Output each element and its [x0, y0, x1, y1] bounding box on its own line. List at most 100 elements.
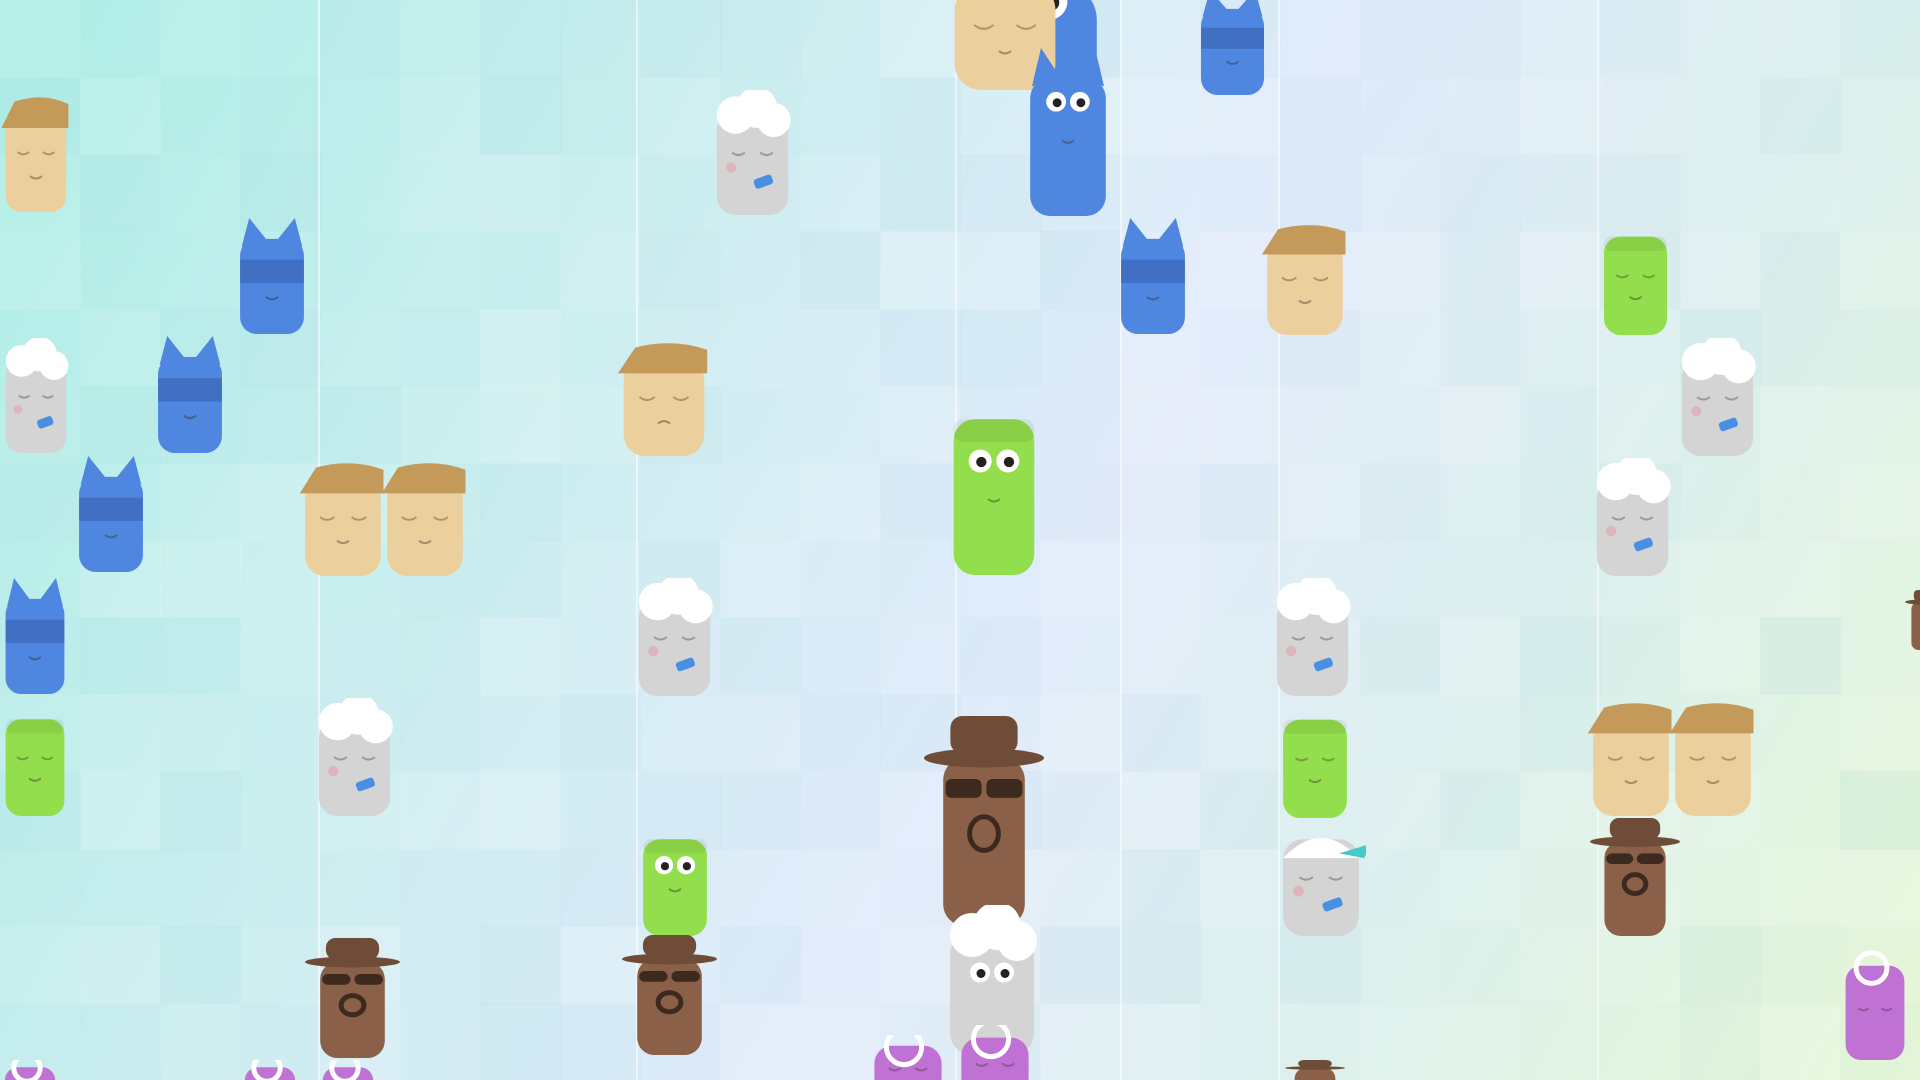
bg-tile — [1040, 694, 1121, 773]
lane-divider — [1120, 0, 1122, 1080]
blue-cat-character[interactable] — [152, 336, 228, 453]
bg-tile — [160, 231, 241, 309]
purple-goggles-character[interactable] — [868, 1035, 948, 1080]
bg-tile — [1760, 0, 1841, 79]
bg-tile — [160, 771, 241, 850]
purple-goggles-character[interactable] — [0, 1060, 60, 1080]
bg-tile — [1520, 1003, 1601, 1080]
purple-goggles-character[interactable] — [955, 1025, 1035, 1080]
bg-tile — [320, 154, 401, 232]
bg-tile — [640, 463, 721, 541]
tan-hat-character[interactable] — [1586, 698, 1676, 816]
bg-tile — [480, 154, 561, 233]
blue-cat-character[interactable] — [1195, 0, 1270, 95]
bg-tile — [480, 1002, 561, 1080]
brown-fedora-character[interactable] — [1905, 590, 1920, 650]
brown-fedora-character[interactable] — [1590, 818, 1680, 936]
brown-fedora-character[interactable] — [924, 716, 1044, 926]
bg-tile — [480, 77, 561, 156]
bg-tile — [1120, 925, 1201, 1004]
bg-tile — [400, 0, 481, 79]
bg-tile — [800, 386, 881, 464]
blue-cat-character[interactable] — [1023, 48, 1113, 216]
bg-tile — [1360, 926, 1441, 1004]
bg-tile — [1440, 154, 1521, 233]
green-block-character[interactable] — [1598, 215, 1673, 335]
bg-tile — [800, 848, 881, 927]
bg-tile — [1360, 231, 1441, 310]
blue-cat-character[interactable] — [73, 456, 149, 572]
gray-white-hair-character[interactable] — [1270, 578, 1355, 696]
bg-tile — [80, 925, 161, 1004]
bg-tile — [1200, 926, 1281, 1004]
bg-tile — [1600, 617, 1681, 695]
bg-tile — [1040, 231, 1121, 310]
tan-hat-character[interactable] — [1668, 698, 1758, 816]
blue-cat-character[interactable] — [1115, 218, 1191, 334]
bg-tile — [1440, 0, 1521, 79]
brown-fedora-character[interactable] — [305, 938, 400, 1058]
bg-tile — [1440, 926, 1521, 1004]
gray-white-hair-character[interactable] — [632, 578, 717, 696]
bg-tile — [1440, 848, 1521, 927]
bg-tile — [80, 1002, 161, 1080]
green-block-character[interactable] — [637, 818, 713, 936]
bg-tile — [1760, 462, 1841, 541]
bg-tile — [960, 231, 1041, 310]
bg-tile — [640, 154, 721, 232]
tan-hat-character[interactable] — [298, 458, 388, 576]
tan-hat-character[interactable] — [616, 338, 712, 456]
bg-tile — [880, 617, 961, 695]
bg-tile — [1680, 231, 1761, 310]
brown-fedora-character[interactable] — [1285, 1060, 1345, 1080]
bg-tile — [480, 0, 561, 79]
bg-tile — [1760, 540, 1841, 619]
bg-tile — [1520, 925, 1601, 1004]
brown-fedora-character[interactable] — [622, 935, 717, 1055]
bg-tile — [720, 771, 801, 850]
bg-tile — [1600, 0, 1681, 78]
bg-tile — [1440, 309, 1521, 387]
bg-tile — [560, 0, 641, 79]
bg-tile — [1680, 540, 1761, 619]
bg-tile — [400, 309, 481, 387]
bg-tile — [160, 0, 241, 79]
bg-tile — [80, 617, 161, 696]
tan-hat-character[interactable] — [380, 458, 470, 576]
bg-tile — [80, 77, 161, 156]
green-block-character[interactable] — [0, 698, 70, 816]
bg-tile — [1760, 926, 1841, 1004]
gray-white-hair-character[interactable] — [312, 698, 397, 816]
bg-tile — [480, 462, 561, 541]
bg-tile — [1520, 77, 1601, 156]
gray-white-hair-character[interactable] — [1590, 458, 1675, 576]
purple-goggles-character[interactable] — [318, 1060, 378, 1080]
bg-tile — [720, 462, 801, 541]
bg-tile — [400, 77, 481, 156]
bg-tile — [720, 694, 801, 773]
tan-hat-character[interactable] — [1260, 220, 1350, 335]
gray-white-hair-character[interactable] — [710, 90, 795, 215]
bg-tile — [1840, 154, 1920, 233]
gray-white-hair-character[interactable] — [0, 338, 72, 453]
bg-tile — [720, 231, 801, 309]
green-block-character[interactable] — [1277, 698, 1353, 818]
bg-tile — [720, 925, 801, 1004]
bg-tile — [640, 694, 721, 773]
tan-hat-character[interactable] — [0, 92, 72, 212]
bg-tile — [1440, 1002, 1521, 1080]
gray-cap-character[interactable] — [1276, 818, 1366, 936]
bg-tile — [400, 154, 481, 233]
bg-tile — [400, 694, 481, 773]
bg-tile — [1840, 77, 1920, 155]
purple-goggles-character[interactable] — [1840, 945, 1910, 1060]
bg-tile — [480, 617, 561, 696]
bg-tile — [240, 617, 321, 696]
gray-white-hair-character[interactable] — [1675, 338, 1760, 456]
blue-cat-character[interactable] — [0, 578, 70, 694]
blue-cat-character[interactable] — [234, 218, 310, 334]
bg-tile — [1360, 462, 1441, 541]
bg-tile — [0, 925, 81, 1004]
green-block-character[interactable] — [946, 385, 1042, 575]
purple-goggles-character[interactable] — [240, 1060, 300, 1080]
